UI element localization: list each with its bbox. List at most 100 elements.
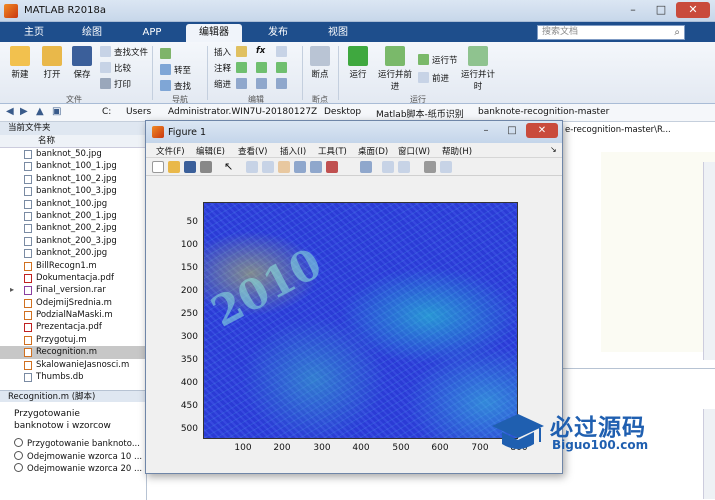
column-header-name[interactable]: 名称: [0, 135, 146, 148]
figure-title-bar[interactable]: Figure 1 – □ ✕: [146, 121, 562, 143]
indent-button[interactable]: 缩进: [214, 78, 231, 90]
wrap-comment-button[interactable]: [276, 62, 290, 74]
file-row[interactable]: banknot_100_1.jpg: [0, 160, 146, 172]
goto-button[interactable]: 转至: [160, 64, 191, 76]
menu-view[interactable]: 查看(V): [238, 145, 267, 157]
file-row[interactable]: ▸ Final_version.rar: [0, 284, 146, 296]
menu-desktop[interactable]: 桌面(D): [358, 145, 388, 157]
pointer-icon[interactable]: ↖: [224, 161, 236, 173]
file-row[interactable]: OdejmijSrednia.m: [0, 297, 146, 309]
tab-view[interactable]: 视图: [316, 24, 360, 42]
print-button[interactable]: 打印: [100, 78, 131, 90]
data-cursor-icon[interactable]: [310, 161, 322, 173]
back-arrow-icon[interactable]: ◀: [6, 106, 14, 117]
file-row[interactable]: banknot_100_3.jpg: [0, 185, 146, 197]
command-scrollbar[interactable]: [703, 409, 715, 499]
print-icon[interactable]: [200, 161, 212, 173]
editor-tab-label[interactable]: e-recognition-master\R...: [565, 125, 671, 135]
save-icon[interactable]: [184, 161, 196, 173]
file-row[interactable]: banknot_200_3.jpg: [0, 235, 146, 247]
editor-scrollbar[interactable]: [703, 162, 715, 360]
hide-tools-icon[interactable]: [424, 161, 436, 173]
crumb-project[interactable]: Matlab脚本-纸币识别: [376, 107, 464, 120]
menu-file[interactable]: 文件(F): [156, 145, 185, 157]
figure-close-button[interactable]: ✕: [526, 123, 558, 138]
smart-indent-button[interactable]: [236, 78, 250, 90]
file-row[interactable]: Prezentacja.pdf: [0, 321, 146, 333]
insert-section-button[interactable]: [236, 46, 250, 58]
run-button[interactable]: 运行: [344, 46, 372, 80]
file-row-selected[interactable]: Recognition.m: [0, 346, 146, 359]
file-row[interactable]: Przygotuj.m: [0, 334, 146, 346]
up-folder-icon[interactable]: ▲: [36, 106, 44, 117]
crumb-desktop[interactable]: Desktop: [324, 107, 361, 117]
menu-help[interactable]: 帮助(H): [442, 145, 472, 157]
advance-button[interactable]: 前进: [418, 72, 449, 84]
details-item[interactable]: Odejmowanie wzorca 20 ...: [0, 463, 146, 476]
insert-more-button[interactable]: [276, 46, 290, 58]
open-button[interactable]: 打开: [38, 46, 66, 80]
details-item[interactable]: Odejmowanie wzorca 10 ...: [0, 450, 146, 464]
close-button[interactable]: ✕: [676, 2, 710, 18]
forward-arrow-icon[interactable]: ▶: [20, 106, 28, 117]
link-plot-icon[interactable]: [360, 161, 372, 173]
run-section-button[interactable]: 运行节: [418, 54, 458, 66]
find-button[interactable]: 查找: [160, 80, 191, 92]
file-row[interactable]: banknot_200_2.jpg: [0, 222, 146, 234]
crumb-users[interactable]: Users: [126, 107, 151, 117]
brush-icon[interactable]: [326, 161, 338, 173]
compare-button[interactable]: 比较: [100, 62, 131, 74]
file-row[interactable]: banknot_200_1.jpg: [0, 210, 146, 222]
comment-button[interactable]: 注释: [214, 62, 231, 74]
expand-arrow-icon[interactable]: ▸: [10, 284, 14, 296]
browse-folder-icon[interactable]: ▣: [52, 106, 61, 117]
tab-editor[interactable]: 编辑器: [186, 24, 242, 42]
save-button[interactable]: 保存: [68, 46, 96, 80]
file-row[interactable]: Thumbs.db: [0, 371, 146, 383]
new-button[interactable]: 新建: [6, 46, 34, 80]
nav-back-button[interactable]: [160, 48, 174, 60]
menu-insert[interactable]: 插入(I): [280, 145, 306, 157]
file-row[interactable]: Dokumentacja.pdf: [0, 272, 146, 284]
file-row[interactable]: banknot_50.jpg: [0, 148, 146, 160]
fx-button[interactable]: fx: [256, 46, 265, 56]
file-row[interactable]: banknot_100.jpg: [0, 198, 146, 210]
crumb-drive[interactable]: C:: [102, 107, 111, 117]
crumb-admin[interactable]: Administrator.WIN7U-20180127Z: [168, 107, 317, 117]
find-files-button[interactable]: 查找文件: [100, 46, 148, 58]
details-item[interactable]: Przygotowanie banknoto...: [0, 438, 146, 451]
insert-button[interactable]: 插入: [214, 46, 231, 58]
search-docs-input[interactable]: 搜索文档 ⌕: [537, 25, 685, 40]
uncomment-button[interactable]: [256, 62, 270, 74]
show-tools-icon[interactable]: [440, 161, 452, 173]
rotate-icon[interactable]: [294, 161, 306, 173]
file-row[interactable]: banknot_100_2.jpg: [0, 173, 146, 185]
indent-more-button[interactable]: [256, 78, 270, 90]
menu-edit[interactable]: 编辑(E): [196, 145, 225, 157]
image-axes[interactable]: 2010: [203, 202, 518, 439]
new-figure-icon[interactable]: [152, 161, 164, 173]
pan-icon[interactable]: [278, 161, 290, 173]
tab-plots[interactable]: 绘图: [70, 24, 114, 42]
open-icon[interactable]: [168, 161, 180, 173]
minimize-button[interactable]: –: [620, 2, 646, 18]
indent-less-button[interactable]: [276, 78, 290, 90]
dock-arrow-icon[interactable]: ↘: [550, 145, 557, 154]
comment-icon-button[interactable]: [236, 62, 250, 74]
breakpoints-button[interactable]: 断点: [306, 46, 334, 80]
file-row[interactable]: BillRecogn1.m: [0, 260, 146, 272]
run-advance-button[interactable]: 运行并前进: [378, 46, 412, 92]
colorbar-icon[interactable]: [382, 161, 394, 173]
tab-publish[interactable]: 发布: [256, 24, 300, 42]
zoom-out-icon[interactable]: [262, 161, 274, 173]
figure-maximize-button[interactable]: □: [500, 123, 524, 138]
file-row[interactable]: PodzialNaMaski.m: [0, 309, 146, 321]
maximize-button[interactable]: □: [648, 2, 674, 18]
tab-apps[interactable]: APP: [130, 24, 174, 42]
menu-window[interactable]: 窗口(W): [398, 145, 430, 157]
crumb-folder[interactable]: banknote-recognition-master: [478, 107, 609, 117]
zoom-in-icon[interactable]: [246, 161, 258, 173]
legend-icon[interactable]: [398, 161, 410, 173]
tab-home[interactable]: 主页: [14, 24, 54, 42]
menu-tools[interactable]: 工具(T): [318, 145, 347, 157]
